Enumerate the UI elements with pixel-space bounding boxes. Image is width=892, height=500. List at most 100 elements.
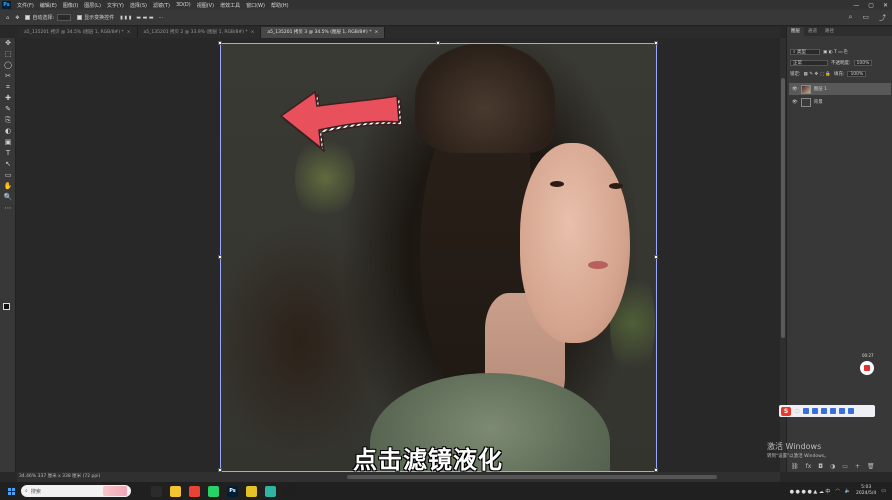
menu-plugins[interactable]: 增效工具: [217, 2, 243, 9]
app-icon[interactable]: [265, 485, 276, 497]
workspace-icon[interactable]: ▭: [862, 13, 869, 23]
crop-tool-icon[interactable]: ✂: [0, 71, 16, 82]
ime-tools-icon[interactable]: [839, 408, 846, 414]
layer-row[interactable]: 👁 背景: [789, 96, 891, 108]
new-group-icon[interactable]: ▭: [842, 463, 848, 470]
tab-close-icon[interactable]: ×: [251, 30, 255, 35]
auto-select-target-dropdown[interactable]: [57, 14, 72, 21]
hand-tool-icon[interactable]: ✋: [0, 181, 16, 192]
layer-kind-filter[interactable]: ⌕ 类型: [790, 49, 820, 55]
wechat-icon[interactable]: [208, 485, 219, 497]
ime-microphone-icon[interactable]: [812, 408, 819, 414]
tab-close-icon[interactable]: ×: [127, 30, 131, 35]
menu-view[interactable]: 视图(V): [194, 2, 217, 9]
share-icon[interactable]: ⤴: [879, 13, 886, 23]
app-icon[interactable]: [246, 485, 257, 497]
menu-layer[interactable]: 图层(L): [81, 2, 104, 9]
move-tool-icon[interactable]: ✥: [0, 38, 16, 49]
tab-close-icon[interactable]: ×: [374, 30, 378, 35]
healing-tool-icon[interactable]: ✚: [0, 93, 16, 104]
canvas-horizontal-scrollbar[interactable]: [347, 475, 717, 479]
tab-layers[interactable]: 图层: [787, 27, 804, 36]
foreground-color-swatch[interactable]: [3, 303, 10, 310]
zoom-and-size-info: 34.46% 337 厘米 x 338 厘米 (72 ppi): [19, 474, 101, 479]
eye-icon[interactable]: 👁: [792, 87, 798, 92]
ime-skin-icon[interactable]: [830, 408, 837, 414]
scrollbar-thumb[interactable]: [781, 78, 785, 338]
close-icon[interactable]: ✕: [883, 2, 888, 9]
ime-toolbar[interactable]: S 中: [779, 405, 875, 417]
wifi-icon[interactable]: ◠: [835, 488, 839, 494]
clone-stamp-tool-icon[interactable]: ⎘: [0, 115, 16, 126]
menu-window[interactable]: 窗口(W): [243, 2, 268, 9]
filter-icons[interactable]: ▣ ◐ T ▭ ⎘: [823, 49, 848, 55]
align-icons[interactable]: ▮ ▮ ▮ ▬ ▬ ▬ ⋯: [120, 15, 163, 21]
gradient-tool-icon[interactable]: ▣: [0, 137, 16, 148]
show-transform-option[interactable]: 显示变换控件: [77, 14, 114, 21]
layer-style-icon[interactable]: fx: [806, 463, 812, 470]
layer-row[interactable]: 👁 图层 1: [789, 83, 891, 95]
chrome-icon[interactable]: [189, 485, 200, 497]
tray-icons[interactable]: ● ● ● ● ▲ ☁ 中: [790, 488, 831, 495]
taskbar-search[interactable]: ⌕ 搜索: [21, 485, 131, 497]
adjustment-layer-icon[interactable]: ◑: [830, 463, 835, 470]
taskbar-clock[interactable]: 5:03 2024/5/4: [856, 485, 876, 497]
tab-document-1[interactable]: a5_135201 拷贝 @ 34.5% (图层 1, RGB/8#) * ×: [18, 27, 138, 38]
menu-select[interactable]: 选择(S): [127, 2, 150, 9]
tab-document-2[interactable]: a5_135201 拷贝 2 @ 33.9% (图层 1, RGB/8#) * ×: [138, 27, 262, 38]
minimize-icon[interactable]: —: [853, 2, 859, 9]
dodge-tool-icon[interactable]: ◐: [0, 126, 16, 137]
maximize-icon[interactable]: ▢: [868, 2, 874, 9]
opacity-field[interactable]: 100%: [853, 60, 873, 66]
type-tool-icon[interactable]: T: [0, 148, 16, 159]
layer-thumbnail: [800, 97, 811, 107]
tab-paths[interactable]: 路径: [821, 27, 838, 36]
notification-icon[interactable]: ▭: [881, 488, 886, 494]
brush-tool-icon[interactable]: ✎: [0, 104, 16, 115]
menu-type[interactable]: 文字(Y): [104, 2, 127, 9]
fill-field[interactable]: 100%: [847, 71, 867, 77]
menu-edit[interactable]: 编辑(E): [37, 2, 60, 9]
tiktok-icon[interactable]: [284, 485, 295, 497]
menu-filter[interactable]: 滤镜(T): [150, 2, 173, 9]
path-select-tool-icon[interactable]: ↖: [0, 159, 16, 170]
menu-file[interactable]: 文件(F): [14, 2, 37, 9]
ime-mode-icon[interactable]: 中: [794, 407, 800, 416]
task-view-icon[interactable]: [151, 485, 162, 497]
auto-select-checkbox[interactable]: [25, 15, 31, 20]
menu-image[interactable]: 图像(I): [60, 2, 81, 9]
windows-start-icon[interactable]: [8, 487, 15, 495]
move-tool-preset-icon[interactable]: ✥: [15, 15, 19, 21]
ime-menu-icon[interactable]: [848, 408, 855, 414]
eye-icon[interactable]: 👁: [792, 100, 798, 105]
new-layer-icon[interactable]: +: [855, 463, 860, 470]
blend-mode-dropdown[interactable]: 正常: [790, 60, 828, 66]
menu-3d[interactable]: 3D(D): [173, 2, 194, 8]
link-layers-icon[interactable]: ⛓: [791, 463, 799, 470]
more-tools-icon[interactable]: ⋯: [0, 203, 16, 214]
speaker-icon[interactable]: 🔈: [845, 488, 851, 494]
show-transform-checkbox[interactable]: [77, 15, 83, 20]
layer-mask-icon[interactable]: ◘: [818, 463, 823, 470]
layer-thumbnail: [800, 84, 811, 94]
auto-select-option[interactable]: 自动选择:: [25, 14, 72, 21]
stop-recording-button[interactable]: [860, 361, 874, 375]
ime-punctuation-icon[interactable]: [803, 408, 810, 414]
home-icon[interactable]: ⌂: [6, 15, 9, 21]
menu-help[interactable]: 帮助(H): [268, 2, 292, 9]
tab-channels[interactable]: 通道: [804, 27, 821, 36]
rectangle-tool-icon[interactable]: ▭: [0, 170, 16, 181]
search-icon[interactable]: ⌕: [848, 13, 852, 23]
frame-tool-icon[interactable]: ⌗: [0, 82, 16, 93]
lasso-tool-icon[interactable]: ◯: [0, 60, 16, 71]
tab-document-3[interactable]: a5_135201 拷贝 3 @ 34.5% (图层 1, RGB/8#) * ×: [261, 27, 386, 38]
trash-icon[interactable]: 🗑: [867, 463, 875, 470]
file-explorer-icon[interactable]: [170, 485, 181, 497]
lock-icons[interactable]: ▦ ✎ ✥ ⬚ 🔒: [804, 72, 831, 77]
canvas-area[interactable]: 点击滤镜液化: [17, 38, 780, 472]
ime-keyboard-icon[interactable]: [821, 408, 828, 414]
sogou-ime-icon[interactable]: S: [781, 406, 791, 416]
marquee-tool-icon[interactable]: ⬚: [0, 49, 16, 60]
photoshop-taskbar-icon[interactable]: Ps: [227, 485, 238, 497]
zoom-tool-icon[interactable]: 🔍: [0, 192, 16, 203]
